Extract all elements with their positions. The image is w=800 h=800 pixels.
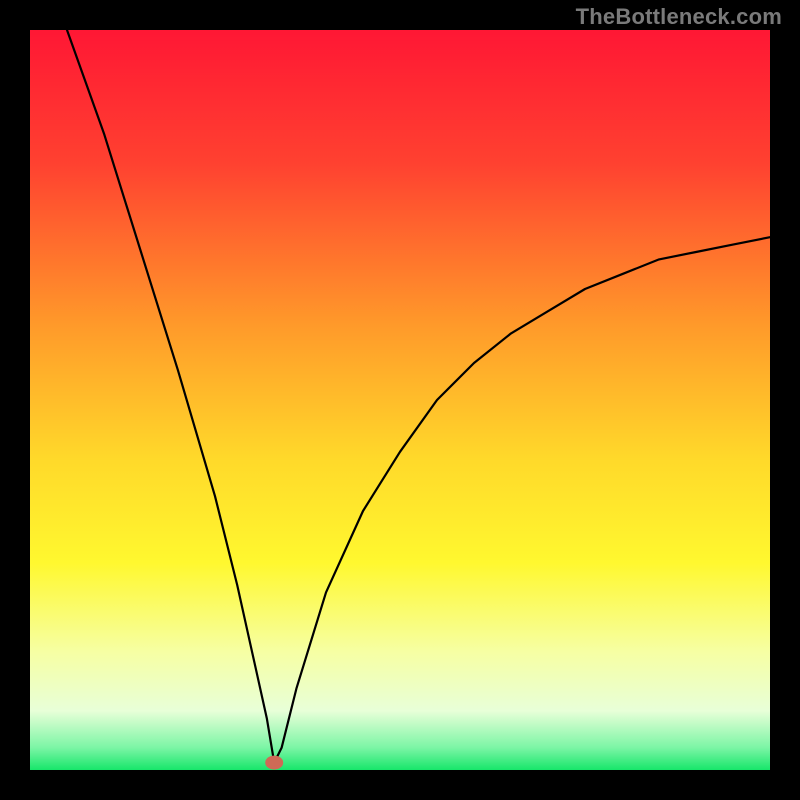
optimum-marker: [265, 756, 283, 770]
plot-background: [30, 30, 770, 770]
bottleneck-chart: [0, 0, 800, 800]
chart-frame: [0, 0, 800, 800]
watermark-text: TheBottleneck.com: [576, 4, 782, 30]
